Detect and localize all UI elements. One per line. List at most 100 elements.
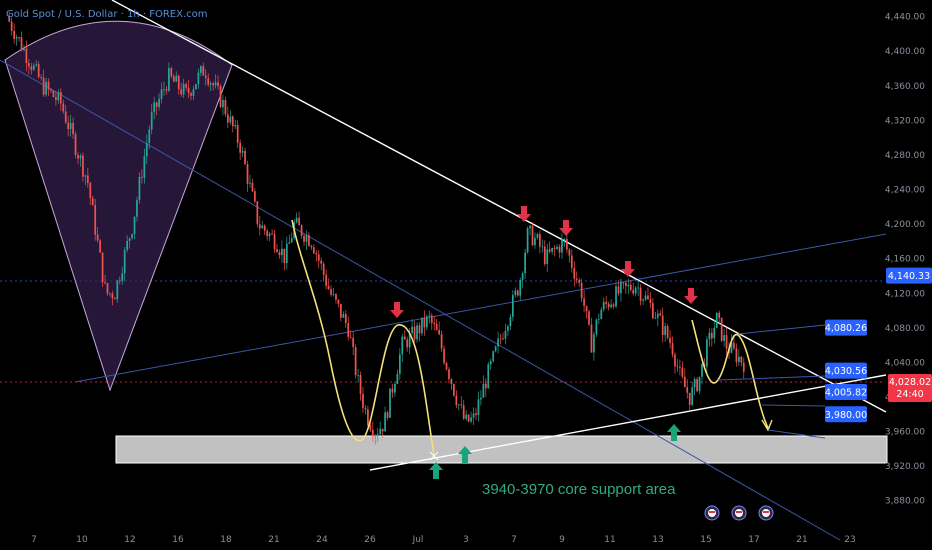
event-flag-icon[interactable] [758, 505, 774, 521]
candle-body [701, 363, 703, 377]
candle-body [367, 409, 369, 426]
candle-body [551, 247, 554, 252]
x-tick-label: 10 [76, 535, 88, 545]
candle-body [268, 233, 271, 237]
candle-body [15, 37, 18, 39]
candle-body [77, 155, 79, 159]
candle-body [13, 30, 16, 39]
candle-body [364, 407, 367, 410]
candle-body [588, 311, 590, 325]
candle-body [455, 395, 458, 406]
candle-body [708, 332, 711, 340]
candle-body [52, 90, 55, 98]
candle-body [224, 99, 227, 115]
candle-body [742, 362, 745, 372]
candle-body [403, 336, 406, 340]
candle-body [681, 367, 684, 377]
candle-body [25, 48, 28, 64]
candle-body [620, 282, 622, 294]
candle-body [566, 238, 568, 250]
candle-body [67, 122, 70, 130]
x-tick-label: 12 [124, 535, 135, 545]
candle-body [32, 65, 35, 70]
candle-body [443, 348, 445, 363]
candle-body [514, 290, 517, 295]
candle-body [529, 225, 531, 229]
x-tick-label: 7 [511, 535, 517, 545]
candle-body [661, 315, 664, 336]
candle-body [168, 68, 170, 91]
candle-body [379, 428, 382, 435]
candle-body [448, 369, 450, 380]
candle-body [723, 335, 725, 341]
current-price-badge: 4,028.02 24:40 [888, 374, 932, 402]
candle-body [202, 66, 205, 76]
candle-body [55, 97, 57, 101]
candle-body [340, 303, 342, 318]
candle-body [492, 351, 495, 361]
candle-body [96, 234, 99, 241]
candle-body [426, 316, 428, 328]
candle-body [197, 72, 200, 85]
y-tick-label: 4,240.00 [885, 186, 925, 196]
candle-body [691, 387, 694, 405]
candle-body [180, 89, 183, 95]
event-flag-icon[interactable] [731, 505, 747, 521]
candle-body [597, 318, 600, 320]
candle-body [693, 378, 696, 388]
candle-body [325, 274, 327, 286]
candle-body [553, 247, 556, 249]
candle-body [327, 285, 330, 289]
candle-body [214, 82, 217, 86]
candle-body [170, 68, 173, 77]
candle-body [37, 64, 40, 78]
candle-body [133, 216, 136, 235]
candle-body [391, 388, 394, 393]
candle-body [600, 309, 603, 319]
candle-body [42, 77, 45, 95]
candle-body [637, 287, 639, 289]
y-tick-label: 4,040.00 [885, 358, 925, 368]
candle-body [480, 397, 482, 400]
candle-body [116, 280, 119, 300]
candle-body [556, 246, 558, 249]
candle-body [369, 425, 372, 430]
support-zone-box[interactable] [115, 435, 888, 464]
candle-body [639, 287, 642, 301]
chart-canvas[interactable]: 3940-3970 core support area Gold Spot / … [0, 0, 932, 550]
candle-body [457, 404, 460, 406]
candle-body [467, 414, 470, 422]
candle-body [536, 234, 539, 238]
x-tick-label: 18 [220, 535, 232, 545]
candle-body [72, 122, 74, 135]
x-tick-label: Jul [412, 535, 424, 545]
candle-body [84, 175, 87, 177]
candle-body [617, 286, 620, 294]
candle-body [288, 242, 291, 244]
candle-body [374, 436, 377, 438]
candle-body [86, 175, 89, 183]
y-axis[interactable]: 4,440.00 4,400.00 4,360.00 4,320.00 4,280.00… [885, 13, 925, 507]
candle-body [504, 330, 507, 339]
candle-body [244, 151, 246, 165]
candle-body [612, 304, 615, 307]
x-tick-label: 9 [559, 535, 565, 545]
candle-body [182, 83, 185, 95]
candle-body [172, 76, 175, 82]
x-tick-label: 15 [700, 535, 711, 545]
candle-body [725, 335, 728, 349]
candle-body [499, 338, 502, 340]
x-tick-label: 3 [463, 535, 469, 545]
event-flag-icon[interactable] [704, 505, 720, 521]
candle-body [40, 77, 43, 78]
candle-body [632, 289, 635, 294]
candle-body [462, 405, 465, 419]
candle-body [45, 81, 47, 95]
candle-body [416, 325, 418, 340]
candle-body [158, 98, 160, 107]
candle-body [445, 362, 448, 370]
candle-body [317, 254, 320, 261]
candle-body [187, 87, 190, 94]
y-tick-label: 4,160.00 [885, 255, 925, 265]
candle-body [199, 66, 202, 73]
